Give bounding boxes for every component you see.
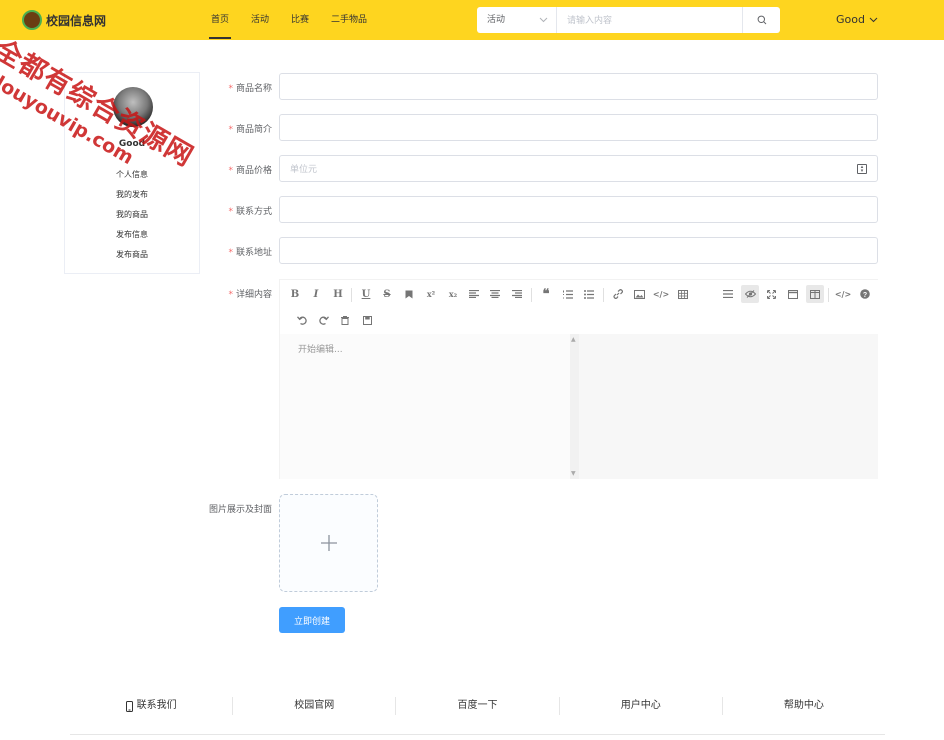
page: 校园信息网 首页 活动 比赛 二手物品 活动 Good xyxy=(0,0,944,740)
footer-link-baidu[interactable]: 百度一下 xyxy=(396,697,560,715)
contact-field[interactable] xyxy=(279,196,878,223)
user-dropdown[interactable]: Good xyxy=(836,13,878,26)
create-button[interactable]: 立即创建 xyxy=(279,607,345,633)
fullscreen-icon[interactable] xyxy=(762,285,780,303)
sidebar-item-my-posts[interactable]: 我的发布 xyxy=(116,185,148,205)
quote-icon[interactable]: ❝ xyxy=(537,285,555,303)
search-category-select[interactable]: 活动 xyxy=(477,7,557,33)
avatar xyxy=(113,87,153,127)
chevron-down-icon xyxy=(539,7,548,44)
nav-item-competition[interactable]: 比赛 xyxy=(291,0,309,40)
help-icon[interactable]: ? xyxy=(856,285,874,303)
goods-intro-field[interactable] xyxy=(279,114,878,141)
sidebar-item-publish-info[interactable]: 发布信息 xyxy=(116,225,148,245)
editor-toolbar: B I H U S x² x₂ ❝ </> </> ? xyxy=(280,280,879,334)
mark-icon[interactable] xyxy=(400,285,418,303)
footer: 联系我们 校园官网 百度一下 用户中心 帮助中心 xyxy=(70,697,885,735)
sidebar-user-name: Good xyxy=(118,139,146,149)
image-icon[interactable] xyxy=(630,285,648,303)
field-label-address: * 联系地址 xyxy=(228,248,272,258)
site-logo[interactable]: 校园信息网 xyxy=(22,10,106,30)
field-label-price: * 商品价格 xyxy=(228,166,272,176)
user-name: Good xyxy=(836,13,865,26)
footer-link-help[interactable]: 帮助中心 xyxy=(723,697,885,715)
sidebar-item-profile[interactable]: 个人信息 xyxy=(116,165,148,185)
nav-item-home[interactable]: 首页 xyxy=(208,0,232,40)
goods-name-field[interactable] xyxy=(279,73,878,100)
footer-link-contact[interactable]: 联系我们 xyxy=(70,697,234,715)
chevron-down-icon xyxy=(869,17,878,23)
search-input[interactable] xyxy=(557,7,742,33)
html-icon[interactable]: </> xyxy=(834,285,852,303)
markdown-editor: B I H U S x² x₂ ❝ </> </> ? 开始编辑... ▲ ▼ xyxy=(279,279,879,479)
top-header: 校园信息网 首页 活动 比赛 二手物品 活动 Good xyxy=(0,0,944,40)
search-icon xyxy=(757,15,766,25)
nav-item-activity[interactable]: 活动 xyxy=(251,0,269,40)
search-button[interactable] xyxy=(742,7,780,33)
read-mode-icon[interactable] xyxy=(784,285,802,303)
plus-icon xyxy=(320,535,337,551)
redo-icon[interactable] xyxy=(315,311,333,329)
nav-item-secondhand[interactable]: 二手物品 xyxy=(331,0,367,40)
field-label-name: * 商品名称 xyxy=(228,84,272,94)
footer-link-campus[interactable]: 校园官网 xyxy=(233,697,397,715)
footer-link-user-center[interactable]: 用户中心 xyxy=(560,697,723,715)
field-label-contact: * 联系方式 xyxy=(228,207,272,217)
bold-icon[interactable]: B xyxy=(286,285,304,303)
goods-price-field[interactable] xyxy=(279,155,878,182)
field-label-detail: * 详细内容 xyxy=(228,290,272,300)
sidebar-item-my-goods[interactable]: 我的商品 xyxy=(116,205,148,225)
field-label-intro: * 商品简介 xyxy=(228,125,272,135)
align-right-icon[interactable] xyxy=(508,285,526,303)
underline-icon[interactable]: U xyxy=(357,285,375,303)
field-label-upload: 图片展示及封面 xyxy=(208,505,272,515)
preview-toggle-icon[interactable] xyxy=(741,285,759,303)
table-icon[interactable] xyxy=(674,285,692,303)
image-upload-button[interactable] xyxy=(279,494,378,592)
address-field[interactable] xyxy=(279,237,878,264)
search-bar: 活动 xyxy=(477,7,780,33)
main-nav: 首页 活动 比赛 二手物品 xyxy=(208,0,389,40)
sidebar-menu: 个人信息 我的发布 我的商品 发布信息 发布商品 xyxy=(116,165,148,265)
subfield-icon[interactable] xyxy=(806,285,824,303)
subscript-icon[interactable]: x₂ xyxy=(444,285,462,303)
code-icon[interactable]: </> xyxy=(652,285,670,303)
phone-icon xyxy=(125,700,133,712)
undo-icon[interactable] xyxy=(293,311,311,329)
align-center-icon[interactable] xyxy=(486,285,504,303)
logo-text: 校园信息网 xyxy=(46,13,107,28)
editor-preview xyxy=(579,334,878,479)
price-stepper[interactable]: ▴ ▾ xyxy=(857,164,867,174)
italic-icon[interactable]: I xyxy=(307,285,325,303)
trash-icon[interactable] xyxy=(336,311,354,329)
editor-placeholder: 开始编辑... xyxy=(298,345,343,355)
strikethrough-icon[interactable]: S xyxy=(378,285,396,303)
footer-contact-label: 联系我们 xyxy=(136,700,177,711)
link-icon[interactable] xyxy=(609,285,627,303)
navigation-icon[interactable] xyxy=(719,285,737,303)
align-left-icon[interactable] xyxy=(465,285,483,303)
superscript-icon[interactable]: x² xyxy=(422,285,440,303)
editor-textarea[interactable]: 开始编辑... xyxy=(280,334,570,479)
search-category-value: 活动 xyxy=(487,15,506,25)
logo-icon xyxy=(22,10,42,30)
ordered-list-icon[interactable] xyxy=(559,285,577,303)
sidebar-item-publish-goods[interactable]: 发布商品 xyxy=(116,245,148,265)
unordered-list-icon[interactable] xyxy=(580,285,598,303)
heading-icon[interactable]: H xyxy=(329,285,347,303)
svg-text:?: ? xyxy=(863,292,867,299)
editor-scrollbar[interactable]: ▲ ▼ xyxy=(570,334,579,479)
save-icon[interactable] xyxy=(358,311,376,329)
